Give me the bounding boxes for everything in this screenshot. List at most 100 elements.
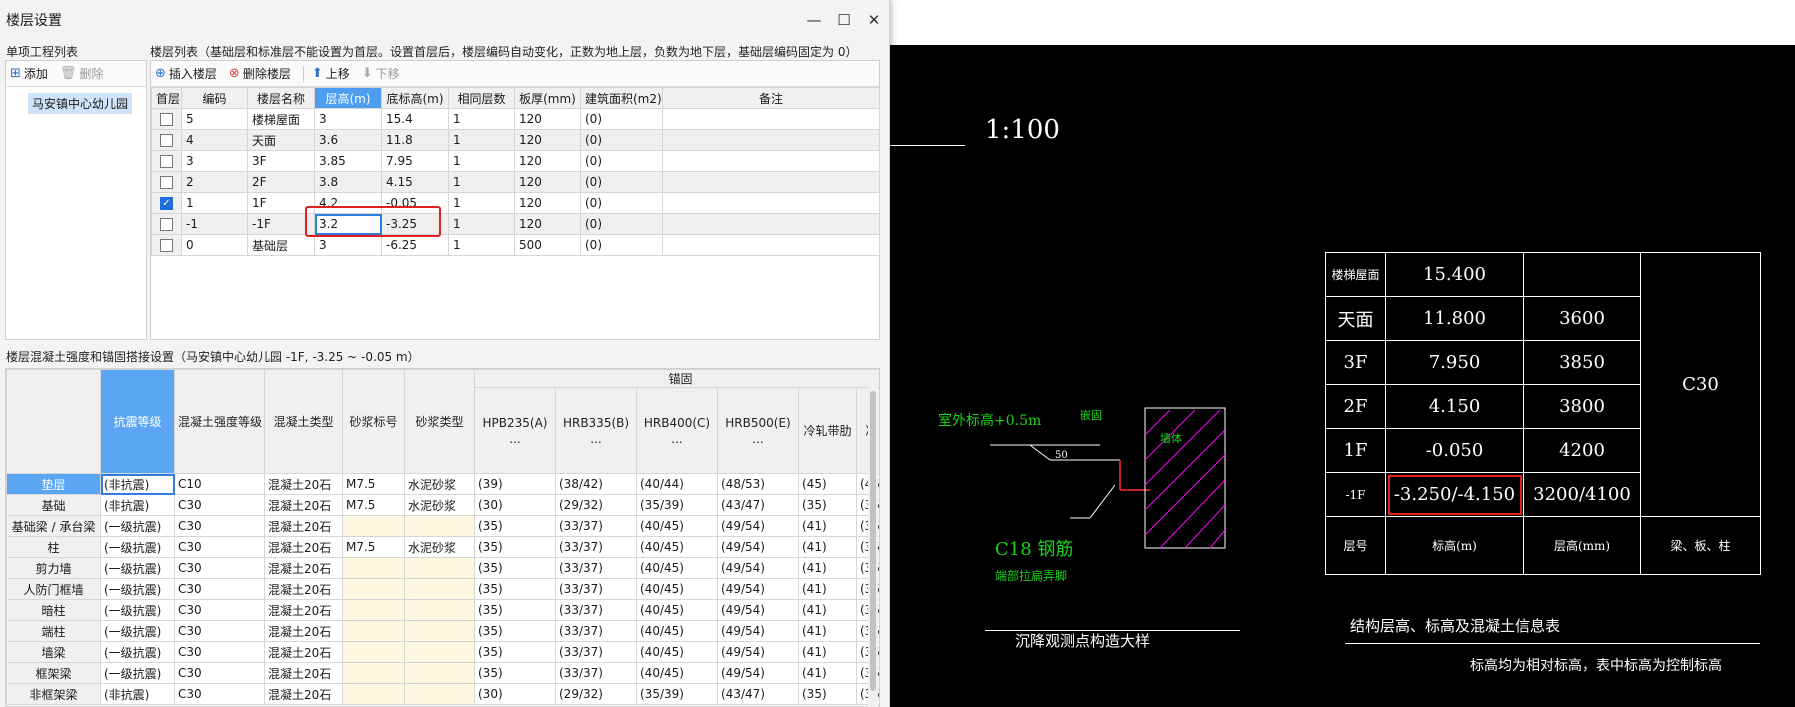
concrete-cell-a[interactable]: (35) — [474, 662, 556, 684]
concrete-cell-f[interactable]: (41) — [798, 557, 857, 579]
component-name[interactable]: 柱 — [6, 536, 101, 558]
concrete-cell-mtype[interactable] — [404, 620, 475, 642]
floor-cell-code[interactable]: -1 — [181, 213, 248, 235]
concrete-cell-mortar[interactable] — [342, 641, 405, 663]
floor-cell-same[interactable]: 1 — [448, 150, 515, 172]
concrete-cell-level[interactable]: (一级抗震) — [100, 515, 175, 537]
concrete-cell-type[interactable]: 混凝土20石 — [264, 620, 343, 642]
concrete-cell-a[interactable]: (30) — [474, 683, 556, 705]
concrete-row[interactable]: 基础梁 / 承台梁 (一级抗震) C30 混凝土20石 (35) (33/37) (40/4… — [6, 515, 879, 537]
concrete-cell-a[interactable]: (35) — [474, 515, 556, 537]
concrete-cell-f[interactable]: (41) — [798, 620, 857, 642]
floor-row[interactable]: 4 天面 3.6 11.8 1 120 (0) — [151, 129, 880, 151]
concrete-cell-e[interactable]: (49/54) — [717, 620, 799, 642]
move-down-button[interactable]: ⬇ 下移 — [362, 65, 400, 82]
concrete-cell-f[interactable]: (41) — [798, 641, 857, 663]
concrete-cell-mtype[interactable] — [404, 515, 475, 537]
concrete-cell-f[interactable]: (41) — [798, 662, 857, 684]
concrete-cell-mortar[interactable]: M7.5 — [342, 473, 405, 495]
first-floor-checkbox-cell[interactable] — [151, 213, 182, 235]
project-item[interactable]: 马安镇中心幼儿园 — [28, 93, 133, 114]
concrete-cell-c[interactable]: (40/44) — [636, 473, 718, 495]
concrete-cell-mtype[interactable]: 水泥砂浆 — [404, 494, 475, 516]
concrete-cell-c[interactable]: (40/45) — [636, 515, 718, 537]
concrete-cell-type[interactable]: 混凝土20石 — [264, 599, 343, 621]
floor-cell-note[interactable] — [662, 213, 880, 235]
floor-cell-code[interactable]: 3 — [181, 150, 248, 172]
first-floor-checkbox-cell[interactable]: ✓ — [151, 192, 182, 214]
first-floor-checkbox[interactable] — [160, 176, 173, 189]
floor-cell-same[interactable]: 1 — [448, 213, 515, 235]
first-floor-checkbox[interactable]: ✓ — [160, 197, 173, 210]
floor-cell-same[interactable]: 1 — [448, 171, 515, 193]
concrete-cell-mtype[interactable] — [404, 599, 475, 621]
floor-cell-note[interactable] — [662, 234, 880, 256]
floor-cell-code[interactable]: 4 — [181, 129, 248, 151]
concrete-cell-e[interactable]: (49/54) — [717, 662, 799, 684]
concrete-cell-b[interactable]: (33/37) — [555, 620, 637, 642]
concrete-cell-c[interactable]: (40/45) — [636, 641, 718, 663]
concrete-cell-f[interactable]: (45) — [798, 473, 857, 495]
concrete-cell-c[interactable]: (40/45) — [636, 536, 718, 558]
floor-cell-area[interactable]: (0) — [580, 129, 663, 151]
concrete-row[interactable]: 非框架梁 (非抗震) C30 混凝土20石 (30) (29/32) (35/39) (43/… — [6, 683, 879, 705]
floor-cell-area[interactable]: (0) — [580, 192, 663, 214]
floor-cell-name[interactable]: 3F — [247, 150, 315, 172]
concrete-cell-f[interactable]: (35) — [798, 494, 857, 516]
concrete-cell-mortar[interactable] — [342, 557, 405, 579]
concrete-cell-grade[interactable]: C30 — [174, 620, 265, 642]
concrete-cell-a[interactable]: (35) — [474, 641, 556, 663]
concrete-cell-mortar[interactable] — [342, 599, 405, 621]
concrete-cell-c[interactable]: (40/45) — [636, 578, 718, 600]
component-name[interactable]: 垫层 — [6, 473, 101, 495]
concrete-cell-type[interactable]: 混凝土20石 — [264, 557, 343, 579]
concrete-cell-grade[interactable]: C30 — [174, 515, 265, 537]
floor-cell-height[interactable]: 3.6 — [314, 129, 382, 151]
concrete-cell-f[interactable]: (35) — [798, 683, 857, 705]
floor-cell-same[interactable]: 1 — [448, 234, 515, 256]
floor-cell-same[interactable]: 1 — [448, 108, 515, 130]
scrollbar-thumb[interactable] — [870, 391, 876, 691]
floor-cell-code[interactable]: 2 — [181, 171, 248, 193]
first-floor-checkbox[interactable] — [160, 218, 173, 231]
floor-row[interactable]: -1 -1F 3.2 -3.25 1 120 (0) — [151, 213, 880, 235]
component-name[interactable]: 非框架梁 — [6, 683, 101, 705]
floor-cell-slab[interactable]: 120 — [514, 150, 581, 172]
component-name[interactable]: 端柱 — [6, 620, 101, 642]
floor-cell-same[interactable]: 1 — [448, 192, 515, 214]
floor-cell-area[interactable]: (0) — [580, 213, 663, 235]
component-name[interactable]: 基础 — [6, 494, 101, 516]
concrete-cell-a[interactable]: (35) — [474, 557, 556, 579]
concrete-cell-type[interactable]: 混凝土20石 — [264, 536, 343, 558]
floor-cell-height[interactable]: 3.85 — [314, 150, 382, 172]
vertical-scrollbar[interactable] — [868, 385, 878, 707]
first-floor-checkbox[interactable] — [160, 113, 173, 126]
concrete-cell-grade[interactable]: C30 — [174, 494, 265, 516]
concrete-cell-type[interactable]: 混凝土20石 — [264, 515, 343, 537]
maximize-icon[interactable]: ☐ — [829, 11, 859, 29]
floor-cell-slab[interactable]: 120 — [514, 213, 581, 235]
concrete-cell-mortar[interactable]: M7.5 — [342, 536, 405, 558]
concrete-cell-c[interactable]: (40/45) — [636, 620, 718, 642]
concrete-cell-level[interactable]: (非抗震) — [100, 473, 175, 495]
concrete-cell-f[interactable]: (41) — [798, 515, 857, 537]
floor-cell-code[interactable]: 0 — [181, 234, 248, 256]
concrete-cell-c[interactable]: (40/45) — [636, 662, 718, 684]
concrete-cell-c[interactable]: (40/45) — [636, 557, 718, 579]
concrete-cell-c[interactable]: (35/39) — [636, 683, 718, 705]
concrete-cell-a[interactable]: (35) — [474, 536, 556, 558]
floor-row[interactable]: 0 基础层 3 -6.25 1 500 (0) — [151, 234, 880, 256]
concrete-cell-b[interactable]: (33/37) — [555, 578, 637, 600]
concrete-cell-a[interactable]: (35) — [474, 620, 556, 642]
concrete-cell-type[interactable]: 混凝土20石 — [264, 473, 343, 495]
move-up-button[interactable]: ⬆ 上移 — [312, 65, 350, 82]
delete-floor-button[interactable]: ⊗ 删除楼层 — [229, 65, 291, 82]
concrete-row[interactable]: 基础 (非抗震) C30 混凝土20石 M7.5 水泥砂浆 (30) (29/32) (35/3… — [6, 494, 879, 516]
concrete-cell-grade[interactable]: C30 — [174, 557, 265, 579]
concrete-cell-level[interactable]: (一级抗震) — [100, 620, 175, 642]
concrete-cell-b[interactable]: (29/32) — [555, 494, 637, 516]
floor-cell-area[interactable]: (0) — [580, 150, 663, 172]
concrete-row[interactable]: 柱 (一级抗震) C30 混凝土20石 M7.5 水泥砂浆 (35) (33/37) (40/4… — [6, 536, 879, 558]
concrete-cell-grade[interactable]: C30 — [174, 536, 265, 558]
component-name[interactable]: 基础梁 / 承台梁 — [6, 515, 101, 537]
